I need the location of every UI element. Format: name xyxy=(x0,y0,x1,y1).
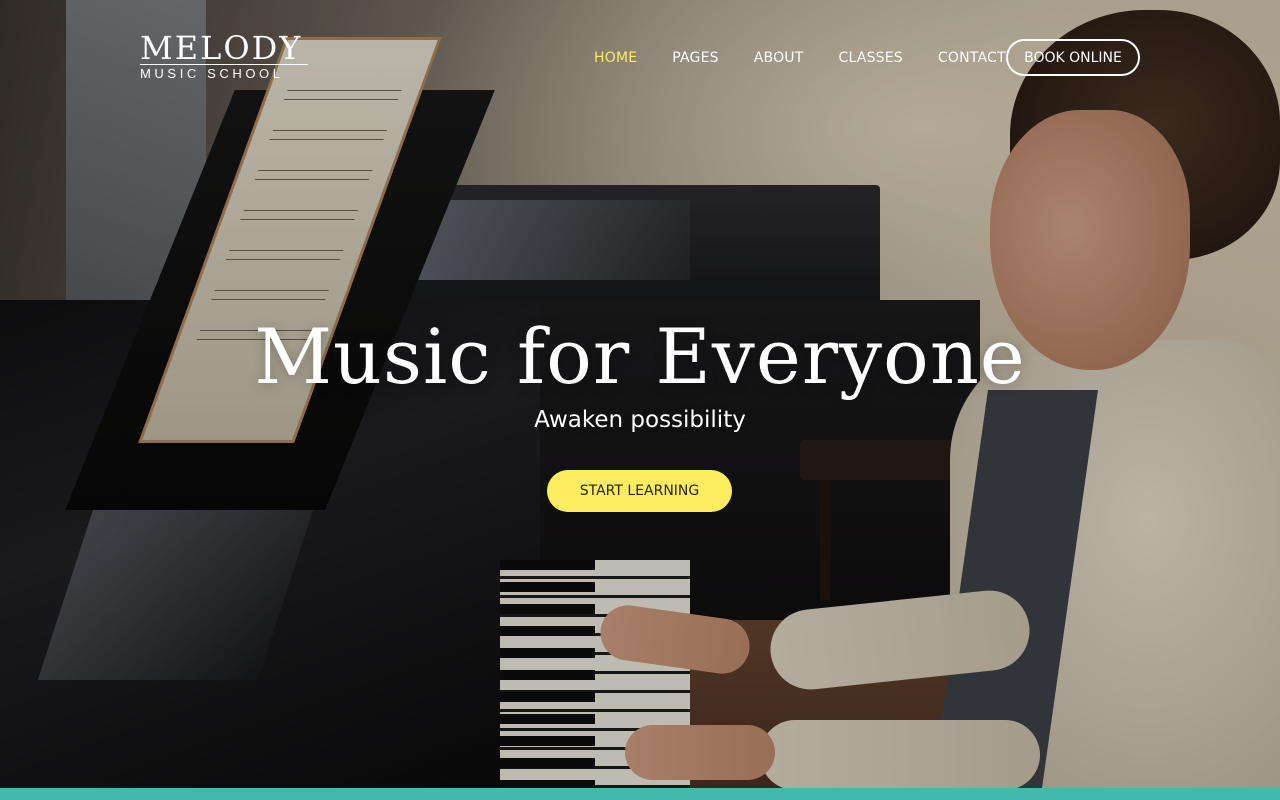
book-online-button[interactable]: BOOK ONLINE xyxy=(1006,39,1140,76)
logo-tagline: MUSIC SCHOOL xyxy=(140,66,284,81)
logo-wordmark: MELODY xyxy=(140,29,303,67)
hero-title: Music for Everyone xyxy=(254,312,1026,401)
hero-subtitle: Awaken possibility xyxy=(534,407,746,433)
nav-item-about[interactable]: ABOUT xyxy=(754,48,804,68)
bottom-accent-bar xyxy=(0,788,1280,800)
nav-item-classes[interactable]: CLASSES xyxy=(839,48,903,68)
nav-item-contact[interactable]: CONTACT xyxy=(938,48,1006,68)
start-learning-button[interactable]: START LEARNING xyxy=(547,470,732,512)
main-navigation: HOME PAGES ABOUT CLASSES CONTACT xyxy=(594,48,1041,68)
logo[interactable]: MELODY MUSIC SCHOOL xyxy=(140,29,310,81)
nav-item-pages[interactable]: PAGES xyxy=(672,48,718,68)
nav-item-home[interactable]: HOME xyxy=(594,48,637,68)
